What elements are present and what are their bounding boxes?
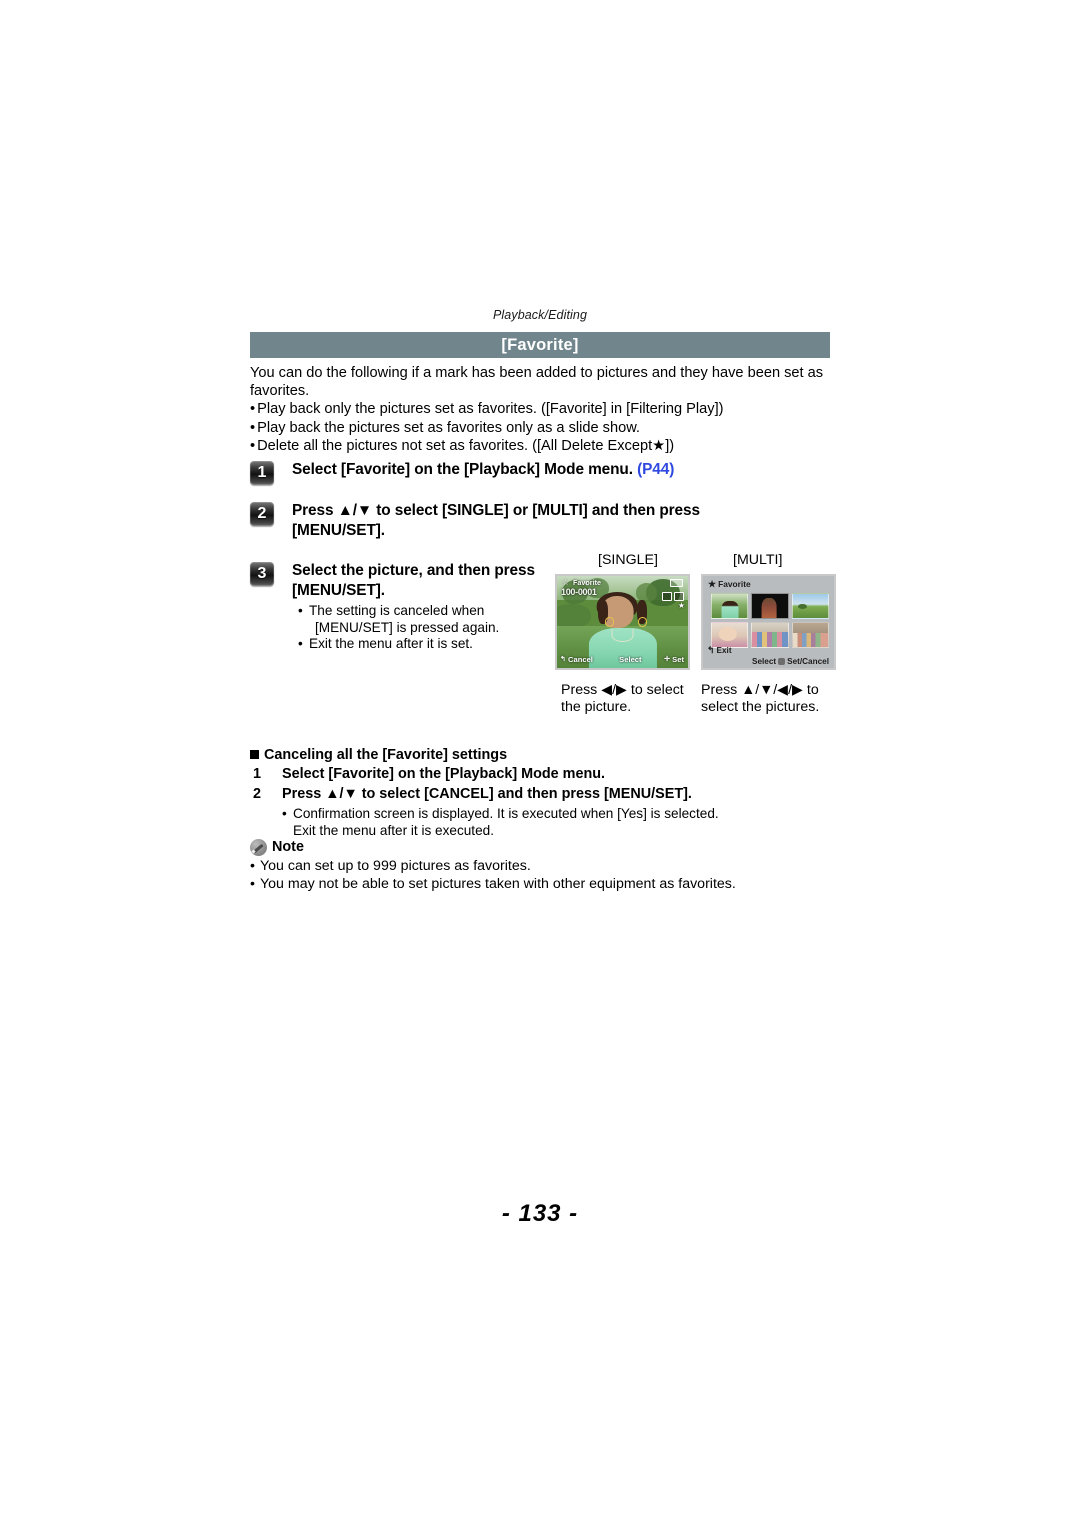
figure-label-multi: [MULTI]: [733, 552, 783, 568]
single-mode-screenshot: ☆ Favorite 100-0001 ★ ↰ Cancel Select ✛ …: [555, 574, 690, 670]
intro-bullet: • Play back the pictures set as favorites…: [250, 419, 836, 437]
earring-right: [638, 617, 647, 627]
caption-multi: Press ▲/▼/◀/▶ to select the pictures.: [701, 682, 820, 716]
step-1-text: Select [Favorite] on the [Playback] Mode…: [292, 460, 836, 480]
exit-label: Exit: [716, 645, 732, 655]
canceling-step-number: 2: [253, 786, 262, 802]
figure-labels: [SINGLE] [MULTI]: [555, 552, 840, 572]
set-label: Set: [672, 655, 684, 664]
joystick-icon: [778, 657, 786, 665]
running-head: Playback/Editing: [492, 308, 587, 322]
page-number: - 133 -: [501, 1200, 579, 1227]
earring-left: [605, 617, 615, 627]
thumbnail[interactable]: [791, 622, 829, 648]
canceling-section: Canceling all the [Favorite] settings 1 …: [250, 746, 836, 839]
pencil-icon: [250, 838, 267, 856]
bullet-dot: •: [250, 419, 256, 436]
joystick-icon: ✛: [664, 656, 671, 663]
thumbnail-grid: [711, 593, 829, 648]
thumbnail[interactable]: [751, 593, 789, 619]
bullet-dot: •: [250, 437, 256, 454]
thumbnail[interactable]: [751, 622, 789, 648]
canceling-step-text: Press ▲/▼ to select [CANCEL] and then pr…: [282, 786, 692, 802]
manual-page: Playback/Editing [Favorite] You can do t…: [0, 0, 1080, 1528]
figure-group: [SINGLE] [MULTI] ☆ Favorite 100-0001 ★ ↰…: [555, 552, 840, 670]
step-number-badge: 3: [250, 562, 274, 586]
step-2: 2 Press ▲/▼ to select [SINGLE] or [MULTI…: [250, 501, 836, 540]
note-heading: Note: [250, 838, 836, 856]
step-3-text: Select the picture, and then press [MENU…: [292, 562, 535, 599]
step-3-note-line1: The setting is canceled when: [309, 603, 485, 618]
section-title-bar: [Favorite]: [250, 332, 830, 358]
multi-mode-screenshot: ★ Favorite ↰ Exit Select Set/Cancel: [701, 574, 836, 670]
exit-button[interactable]: ↰ Exit: [707, 644, 732, 655]
note-item: You can set up to 999 pictures as favori…: [250, 858, 836, 876]
note-item: You may not be able to set pictures take…: [250, 876, 836, 894]
intro-bullet-text: Play back the pictures set as favorites …: [257, 419, 640, 436]
cancel-button[interactable]: ↰ Cancel: [560, 655, 593, 664]
multi-header-label: Favorite: [718, 579, 751, 589]
single-bottom-overlay: ↰ Cancel Select ✛ Set: [557, 654, 688, 666]
shrub: [557, 603, 592, 628]
cancel-label: Cancel: [568, 655, 593, 664]
canceling-heading-text: Canceling all the [Favorite] settings: [264, 747, 508, 763]
canceling-step-1: 1 Select [Favorite] on the [Playback] Mo…: [250, 765, 836, 784]
palm-tree: [635, 583, 657, 602]
select-label: Select: [619, 655, 642, 664]
note-title: Note: [272, 839, 304, 855]
multi-header: ★ Favorite: [708, 580, 751, 589]
note-section: Note You can set up to 999 pictures as f…: [250, 838, 836, 893]
canceling-note-line1: Confirmation screen is displayed. It is …: [293, 806, 719, 821]
caption-single: Press ◀/▶ to select the picture.: [561, 682, 684, 716]
step-1: 1 Select [Favorite] on the [Playback] Mo…: [250, 460, 836, 488]
intro-bullet-text: Delete all the pictures not set as favor…: [257, 437, 675, 454]
step-2-text: Press ▲/▼ to select [SINGLE] or [MULTI] …: [292, 502, 700, 539]
canceling-note-line2: Exit the menu after it is executed.: [293, 822, 494, 838]
square-bullet-icon: [250, 750, 259, 759]
thumbnail[interactable]: [791, 593, 829, 619]
star-icon: ★: [708, 579, 717, 589]
figure-label-single: [SINGLE]: [598, 552, 658, 568]
intro-bullet: • Delete all the pictures not set as favo…: [250, 437, 836, 455]
section-title: [Favorite]: [501, 335, 579, 354]
setcancel-label: Set/Cancel: [787, 656, 829, 666]
favorite-star-icon: ★: [677, 601, 685, 610]
intro-bullet-text: Play back only the pictures set as favor…: [257, 401, 724, 418]
canceling-step-2: 2 Press ▲/▼ to select [CANCEL] and then …: [250, 785, 836, 804]
set-button[interactable]: ✛ Set: [664, 655, 684, 664]
bullet-dot: •: [250, 401, 256, 418]
thumbnail[interactable]: [711, 622, 749, 648]
thumbnail[interactable]: [711, 593, 749, 619]
canceling-heading: Canceling all the [Favorite] settings: [250, 746, 836, 764]
intro-block: You can do the following if a mark has b…: [250, 364, 836, 455]
step-number-badge: 1: [250, 461, 274, 485]
canceling-step-number: 1: [253, 766, 262, 782]
note-items: You can set up to 999 pictures as favori…: [250, 858, 836, 893]
step-1-label: Select [Favorite] on the [Playback] Mode…: [292, 461, 638, 478]
step-3-note-line1: Exit the menu after it is set.: [309, 636, 473, 652]
canceling-note: Confirmation screen is displayed. It is …: [282, 806, 836, 839]
necklace: [611, 629, 634, 643]
intro-paragraph: You can do the following if a mark has b…: [250, 365, 824, 400]
intro-bullet: • Play back only the pictures set as favo…: [250, 400, 836, 418]
select-label: Select: [752, 656, 777, 666]
page-reference-link[interactable]: (P44): [637, 461, 674, 478]
canceling-step-text: Select [Favorite] on the [Playback] Mode…: [282, 766, 606, 782]
multi-footer: Select Set/Cancel: [752, 656, 829, 666]
back-arrow-icon: ↰: [560, 656, 566, 663]
back-arrow-icon: ↰: [707, 644, 715, 655]
step-number-badge: 2: [250, 502, 274, 526]
